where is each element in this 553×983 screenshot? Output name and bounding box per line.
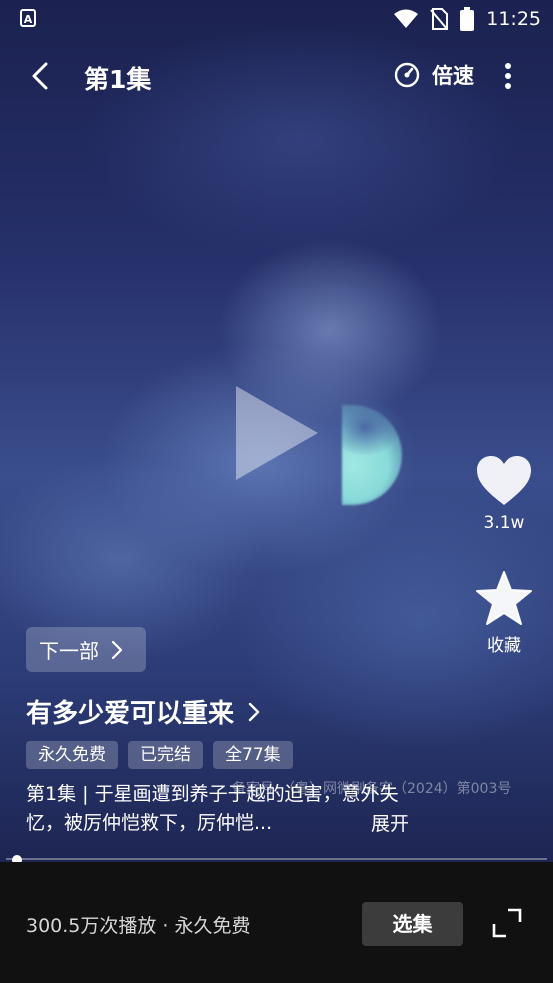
notification-icon: A	[20, 9, 36, 27]
speed-label: 倍速	[432, 64, 474, 88]
status-bar: A 11:25	[0, 0, 553, 38]
no-sim-icon	[430, 8, 449, 30]
like-button[interactable]: 3.1w	[470, 455, 538, 533]
tag-completed: 已完结	[128, 741, 203, 769]
like-count: 3.1w	[483, 513, 525, 533]
speed-button[interactable]: 倍速	[394, 60, 474, 90]
tag-free: 永久免费	[26, 741, 118, 769]
video-frame[interactable]	[0, 0, 553, 862]
progress-bar[interactable]	[6, 858, 547, 860]
status-time: 11:25	[486, 8, 541, 30]
drama-title: 有多少爱可以重来	[26, 699, 235, 729]
favorite-label: 收藏	[487, 636, 521, 656]
chevron-right-icon	[248, 702, 260, 721]
bottom-bar: 300.5万次播放 · 永久免费 选集	[0, 862, 553, 983]
episodes-button[interactable]: 选集	[362, 902, 463, 946]
play-icon[interactable]	[236, 386, 318, 480]
expand-button[interactable]: 展开	[371, 809, 409, 836]
episode-description: 第1集 | 于星画遭到养子于越的迫害，意外失忆，被厉仲恺救下，厉仲恺...	[26, 783, 399, 834]
wifi-icon	[394, 9, 419, 28]
star-icon	[476, 571, 532, 625]
top-bar: 第1集 倍速	[0, 50, 553, 102]
more-options-icon[interactable]	[498, 62, 518, 90]
tag-episode-count: 全77集	[213, 741, 293, 769]
heart-icon	[477, 456, 531, 505]
favorite-button[interactable]: 收藏	[470, 571, 538, 656]
next-part-label: 下一部	[39, 639, 99, 663]
drama-title-link[interactable]: 有多少爱可以重来	[26, 693, 260, 730]
side-actions: 3.1w 收藏	[470, 455, 538, 656]
next-part-button[interactable]: 下一部	[26, 627, 146, 672]
play-count: 300.5万次播放 · 永久免费	[26, 915, 251, 937]
chevron-right-icon	[111, 640, 123, 659]
episode-title: 第1集	[84, 65, 152, 94]
battery-icon	[460, 7, 475, 31]
speed-gauge-icon	[394, 62, 420, 88]
back-arrow-icon[interactable]	[28, 62, 52, 90]
fullscreen-icon[interactable]	[492, 908, 522, 938]
tag-list: 永久免费 已完结 全77集	[26, 741, 293, 769]
